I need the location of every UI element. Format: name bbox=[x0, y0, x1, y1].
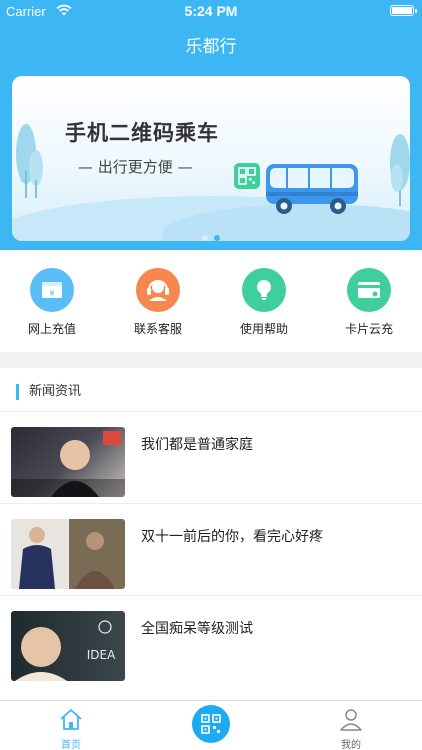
scan-qr-button[interactable] bbox=[192, 705, 230, 743]
section-title: 新闻资讯 bbox=[16, 384, 81, 400]
quick-action-label: 卡片云充 bbox=[344, 322, 393, 336]
news-item[interactable]: IDEA 全国痴呆等级测试 bbox=[0, 595, 422, 687]
thumb-text: IDEA bbox=[87, 648, 116, 662]
banner-pager[interactable] bbox=[12, 226, 410, 241]
quick-actions: ¥ 网上充值 联系客服 使用帮助 卡片云充 bbox=[0, 250, 422, 352]
promo-banner[interactable]: 手机二维码乘车 — 出行更方便 — bbox=[12, 76, 410, 241]
page-title: 乐都行 bbox=[185, 37, 237, 57]
battery-icon bbox=[390, 5, 417, 16]
pager-dot-active[interactable] bbox=[214, 235, 220, 241]
banner-subtitle: — 出行更方便 — bbox=[78, 158, 193, 176]
quick-action-label: 联系客服 bbox=[133, 322, 182, 336]
news-title: 我们都是普通家庭 bbox=[141, 437, 253, 453]
news-thumbnail bbox=[11, 519, 125, 589]
nav-bar: 乐都行 bbox=[0, 22, 422, 66]
quick-action-support[interactable]: 联系客服 bbox=[118, 268, 198, 337]
news-title: 全国痴呆等级测试 bbox=[141, 621, 253, 637]
news-item[interactable]: 双十一前后的你，看完心好疼 bbox=[0, 503, 422, 595]
svg-text:¥: ¥ bbox=[49, 289, 54, 298]
tab-label: 首页 bbox=[61, 740, 81, 750]
home-icon bbox=[60, 709, 82, 730]
status-bar: Carrier 5:24 PM bbox=[0, 0, 422, 22]
quick-action-label: 网上充值 bbox=[27, 322, 76, 336]
pager-dot[interactable] bbox=[202, 235, 208, 241]
tab-home[interactable]: 首页 bbox=[21, 701, 121, 750]
banner-section: 手机二维码乘车 — 出行更方便 — bbox=[0, 66, 422, 250]
wallet-icon: ¥ bbox=[30, 268, 74, 312]
tab-mine[interactable]: 我的 bbox=[301, 701, 401, 750]
tab-label: 我的 bbox=[341, 740, 361, 750]
qr-scan-icon bbox=[201, 714, 221, 734]
qr-code-icon bbox=[234, 163, 260, 189]
banner-title: 手机二维码乘车 bbox=[65, 121, 219, 145]
quick-action-recharge[interactable]: ¥ 网上充值 bbox=[12, 268, 92, 337]
tree-icon bbox=[29, 150, 43, 198]
lightbulb-icon bbox=[242, 268, 286, 312]
user-icon bbox=[340, 709, 362, 731]
news-thumbnail bbox=[11, 427, 125, 497]
quick-action-card-topup[interactable]: 卡片云充 bbox=[329, 268, 409, 337]
clock: 5:24 PM bbox=[184, 3, 238, 19]
card-icon bbox=[347, 268, 391, 312]
quick-action-label: 使用帮助 bbox=[239, 322, 288, 336]
news-section: 新闻资讯 我们都是普通家庭 双十一前后的你，看完心好疼 IDEA 全国痴呆等级测… bbox=[0, 368, 422, 700]
news-title: 双十一前后的你，看完心好疼 bbox=[141, 529, 323, 545]
bus-icon bbox=[266, 164, 358, 214]
headset-icon bbox=[136, 268, 180, 312]
news-thumbnail: IDEA bbox=[11, 611, 125, 681]
tree-icon bbox=[391, 164, 403, 192]
news-item[interactable]: 我们都是普通家庭 bbox=[0, 411, 422, 503]
quick-action-help[interactable]: 使用帮助 bbox=[224, 268, 304, 337]
